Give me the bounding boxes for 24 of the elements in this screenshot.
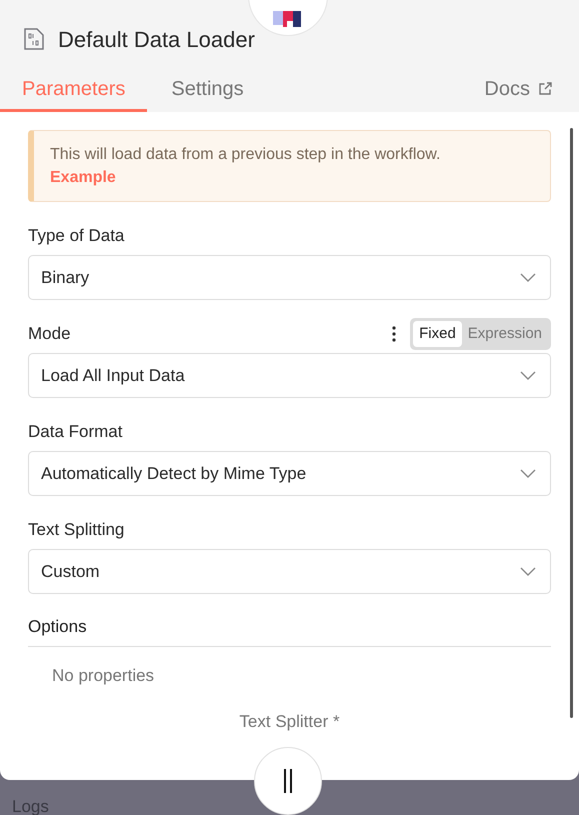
notice-text: This will load data from a previous step in the workflow. [50, 146, 440, 163]
tab[interactable]: Settings [147, 68, 268, 112]
field-label: Type of Data [28, 225, 124, 248]
chevron-down-icon [520, 370, 536, 380]
select-field[interactable]: Load All Input Data [28, 353, 551, 398]
chevron-down-icon [520, 566, 536, 576]
select-field[interactable]: Automatically Detect by Mime Type [28, 451, 551, 496]
external-link-icon [538, 81, 553, 96]
select-field[interactable]: Custom [28, 549, 551, 594]
options-heading: Options [28, 617, 87, 636]
field-label: Text Splitting [28, 519, 124, 542]
chevron-down-icon [520, 468, 536, 478]
toggle-option[interactable]: Fixed [413, 320, 462, 348]
field-label: Data Format [28, 421, 122, 444]
empty-state-text: No properties [52, 666, 154, 685]
chevron-down-icon [520, 272, 536, 282]
select-field[interactable]: Binary [28, 255, 551, 300]
field-label: Mode [28, 323, 71, 346]
node-title: Default Data Loader [58, 26, 255, 54]
sub-node-label: Text Splitter * [239, 711, 340, 733]
more-options-icon [392, 326, 396, 342]
binary-file-icon [24, 28, 44, 50]
pause-bars-icon [283, 769, 293, 793]
docs-link[interactable]: Docs [484, 68, 579, 112]
